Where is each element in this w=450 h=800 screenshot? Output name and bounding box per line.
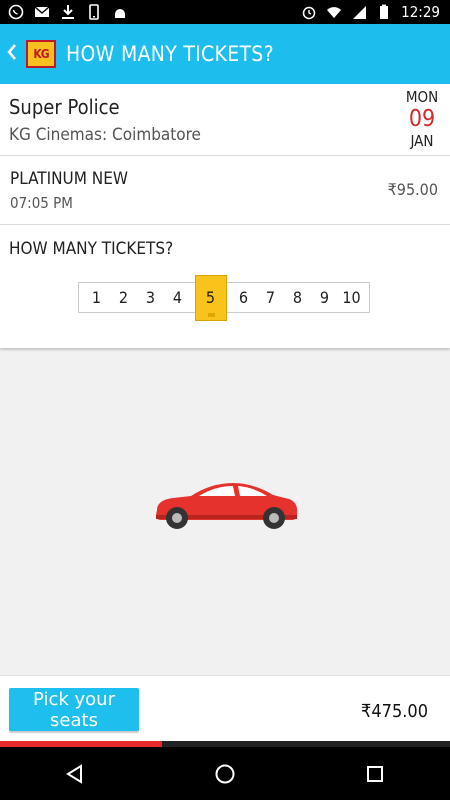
clock-text: 12:29 (401, 3, 440, 21)
alarm-icon (302, 6, 316, 20)
chevron-left-icon (7, 44, 16, 60)
nav-back-button[interactable] (55, 754, 95, 794)
wifi-icon (327, 7, 342, 18)
date-month: JAN (410, 132, 434, 150)
total-price: ₹475.00 (361, 701, 428, 722)
show-date: MON 09 JAN (402, 88, 442, 150)
ticket-count-1[interactable]: 1 (87, 288, 107, 307)
battery-icon (380, 4, 389, 19)
ticket-count-picker: 1 2 3 4 5 6 7 8 9 10 (78, 274, 370, 321)
system-nav-bar (0, 747, 450, 800)
pick-seats-button[interactable]: Pick your seats (9, 688, 139, 731)
android-icon (115, 9, 125, 18)
ticket-count-4[interactable]: 4 (168, 288, 188, 307)
triangle-back-icon (66, 763, 82, 784)
circle-home-icon (215, 764, 235, 783)
ticket-count-3[interactable]: 3 (141, 288, 161, 307)
download-icon (62, 5, 74, 19)
page-title: HOW MANY TICKETS? (66, 42, 274, 66)
ticket-count-section: HOW MANY TICKETS? 1 2 3 4 5 6 7 8 9 10 (0, 225, 450, 348)
ticket-count-5-label: 5 (205, 287, 216, 307)
ticket-count-9[interactable]: 9 (315, 288, 335, 307)
bottom-bar: Pick your seats ₹475.00 (0, 675, 450, 748)
phone-icon (89, 4, 99, 20)
seat-icon (207, 312, 215, 317)
ticket-count-question: HOW MANY TICKETS? (9, 239, 174, 259)
ticket-price: ₹95.00 (387, 180, 438, 199)
app-logo: KG (26, 40, 56, 68)
showtime-info: PLATINUM NEW 07:05 PM ₹95.00 (0, 156, 450, 225)
ticket-count-10[interactable]: 10 (342, 288, 362, 307)
back-button[interactable] (6, 41, 20, 67)
square-recents-icon (367, 765, 383, 782)
cinema-name: KG Cinemas: Coimbatore (9, 125, 201, 145)
app-bar: KG HOW MANY TICKETS? (0, 24, 450, 84)
gmail-icon (34, 6, 50, 17)
screen-name: PLATINUM NEW (10, 169, 129, 189)
car-illustration (156, 483, 297, 529)
movie-title: Super Police (9, 95, 120, 119)
show-time: 07:05 PM (10, 194, 73, 212)
ticket-count-2[interactable]: 2 (114, 288, 134, 307)
ticket-count-5-selected[interactable]: 5 (194, 274, 227, 321)
date-weekday: MON (405, 88, 439, 106)
movie-info: Super Police KG Cinemas: Coimbatore MON … (0, 84, 450, 156)
ticket-count-7[interactable]: 7 (261, 288, 281, 307)
nav-recents-button[interactable] (355, 754, 395, 794)
ticket-count-8[interactable]: 8 (288, 288, 308, 307)
status-bar: 12:29 (0, 0, 450, 24)
date-day: 09 (408, 106, 436, 132)
signal-icon (353, 6, 367, 19)
nav-home-button[interactable] (205, 754, 245, 794)
ticket-count-6[interactable]: 6 (234, 288, 254, 307)
whatsapp-icon (8, 4, 24, 20)
